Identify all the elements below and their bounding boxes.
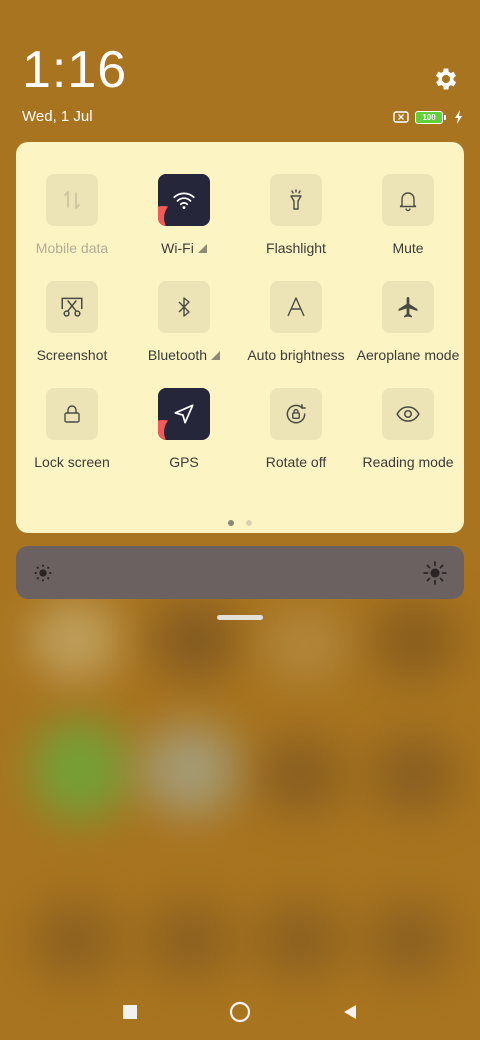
- sim-missing-icon: [393, 111, 409, 123]
- tile-label: Mute: [392, 240, 424, 256]
- blurred-app-icon: [260, 610, 350, 680]
- brightness-slider[interactable]: [16, 546, 464, 599]
- back-triangle-icon: [344, 1005, 356, 1019]
- tile-label: Reading mode: [362, 454, 454, 470]
- tile-aeroplane-mode-button[interactable]: [382, 281, 434, 333]
- airplane-icon: [398, 297, 418, 318]
- charging-bolt-icon: [455, 110, 462, 124]
- tile-label: Rotate off: [265, 454, 327, 470]
- blurred-app-icon: [255, 735, 345, 815]
- recents-square-icon: [123, 1005, 137, 1019]
- tile-reading-mode-button[interactable]: [382, 388, 434, 440]
- tile-lock-screen-button[interactable]: [46, 388, 98, 440]
- tile-aeroplane-mode[interactable]: Aeroplane mode: [352, 281, 464, 363]
- tile-gps[interactable]: GPS: [128, 388, 240, 470]
- tile-wifi-button[interactable]: [158, 174, 210, 226]
- tile-auto-brightness[interactable]: Auto brightness: [240, 281, 352, 363]
- blurred-app-icon: [370, 735, 460, 815]
- tile-wifi[interactable]: Wi-Fi: [128, 174, 240, 256]
- tile-mobile-data[interactable]: Mobile data: [16, 174, 128, 256]
- tile-mute[interactable]: Mute: [352, 174, 464, 256]
- bluetooth-icon: [178, 297, 190, 317]
- gear-icon[interactable]: [432, 65, 460, 93]
- blurred-app-icon: [140, 725, 240, 815]
- brightness-low-icon: [34, 564, 52, 581]
- page-dot[interactable]: [246, 520, 252, 526]
- letter-a-icon: [287, 297, 305, 317]
- recents-button[interactable]: [115, 997, 145, 1027]
- tile-lock-screen[interactable]: Lock screen: [16, 388, 128, 470]
- blurred-app-icon: [255, 900, 345, 980]
- blurred-app-icon: [365, 900, 455, 980]
- tile-reading-mode[interactable]: Reading mode: [352, 388, 464, 470]
- tile-auto-brightness-button[interactable]: [270, 281, 322, 333]
- tile-label: Screenshot: [36, 347, 108, 363]
- tile-label-with-arrow: Wi-Fi: [161, 240, 207, 256]
- tile-label: Mobile data: [35, 240, 109, 256]
- panel-drag-handle[interactable]: [217, 615, 263, 620]
- blurred-app-icon: [30, 720, 130, 820]
- tile-label: Lock screen: [34, 454, 110, 470]
- home-circle-icon: [229, 1001, 251, 1023]
- tile-screenshot-button[interactable]: [46, 281, 98, 333]
- tile-bluetooth[interactable]: Bluetooth: [128, 281, 240, 363]
- blurred-app-icon: [30, 600, 120, 680]
- lock-icon: [64, 405, 80, 423]
- blurred-app-icon: [30, 900, 120, 980]
- status-icons: 100: [393, 110, 464, 124]
- tile-label: Bluetooth: [147, 347, 208, 363]
- tile-label: Auto brightness: [247, 347, 345, 363]
- location-arrow-icon: [174, 404, 194, 424]
- tile-label: Wi-Fi: [161, 240, 194, 256]
- tile-screenshot[interactable]: Screenshot: [16, 281, 128, 363]
- brightness-high-icon: [423, 560, 447, 585]
- tile-mobile-data-button[interactable]: [46, 174, 98, 226]
- tile-label: GPS: [169, 454, 199, 470]
- clock[interactable]: 1:16: [22, 40, 127, 100]
- mobile-data-icon: [64, 191, 80, 209]
- expand-triangle-icon[interactable]: [211, 350, 221, 360]
- bell-icon: [399, 192, 417, 212]
- blurred-app-icon: [145, 900, 235, 980]
- tile-bluetooth-button[interactable]: [158, 281, 210, 333]
- home-button[interactable]: [225, 997, 255, 1027]
- quick-settings-panel: Mobile data Wi-Fi Flashlight Mute Screen…: [16, 142, 464, 533]
- tile-label: Flashlight: [266, 240, 326, 256]
- tile-flashlight-button[interactable]: [270, 174, 322, 226]
- expand-triangle-icon[interactable]: [197, 243, 207, 253]
- tile-rotate-off-button[interactable]: [270, 388, 322, 440]
- tile-rotate-off[interactable]: Rotate off: [240, 388, 352, 470]
- scissors-icon: [61, 297, 83, 317]
- tile-label-with-arrow: Bluetooth: [147, 347, 221, 363]
- quick-settings-grid: Mobile data Wi-Fi Flashlight Mute Screen…: [16, 174, 464, 470]
- flashlight-icon: [290, 189, 302, 210]
- back-button[interactable]: [335, 997, 365, 1027]
- wifi-icon: [173, 192, 195, 209]
- date[interactable]: Wed, 1 Jul: [22, 108, 93, 125]
- page-indicator: [16, 520, 464, 526]
- tile-flashlight[interactable]: Flashlight: [240, 174, 352, 256]
- battery-icon: 100: [415, 110, 446, 124]
- tile-label: Aeroplane mode: [356, 347, 460, 363]
- tile-gps-button[interactable]: [158, 388, 210, 440]
- blurred-app-icon: [370, 600, 460, 680]
- navigation-bar: [0, 990, 480, 1034]
- rotate-lock-icon: [286, 404, 306, 424]
- battery-level: 100: [415, 110, 443, 124]
- eye-icon: [396, 406, 420, 422]
- page-dot-active[interactable]: [228, 520, 234, 526]
- tile-mute-button[interactable]: [382, 174, 434, 226]
- blurred-app-icon: [150, 600, 240, 680]
